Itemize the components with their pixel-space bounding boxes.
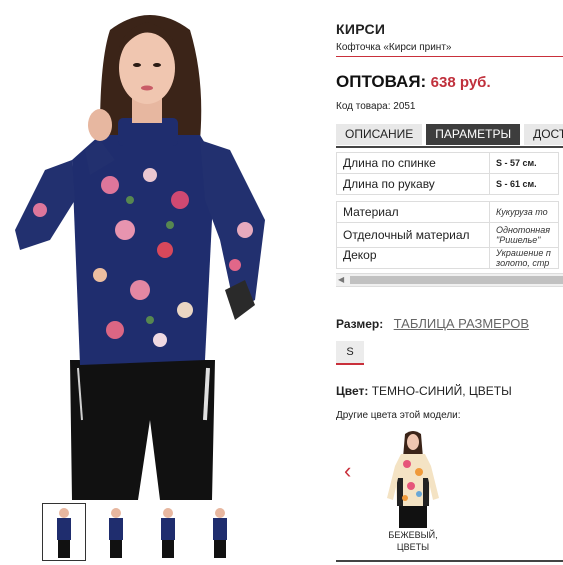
size-row: Размер: ТАБЛИЦА РАЗМЕРОВ [336, 315, 529, 333]
model-photo-illustration [15, 15, 265, 500]
product-subtitle: Кофточка «Кирси принт» [336, 42, 563, 57]
product-sku: Код товара: 2051 [336, 101, 416, 112]
thumbnail-4[interactable] [198, 503, 242, 561]
table-row: Отделочный материал Однотонная "Ришелье" [336, 222, 559, 248]
thumbnail-2[interactable] [94, 503, 138, 561]
variant-photo [387, 431, 439, 528]
param-name: Длина по спинке [336, 152, 490, 174]
info-tabs: ОПИСАНИЕ ПАРАМЕТРЫ ДОСТ [336, 124, 563, 148]
parameters-table-wrapper: Длина по спинке S - 57 см. Длина по рука… [336, 152, 563, 269]
tab-delivery[interactable]: ДОСТ [524, 124, 563, 145]
param-value: Украшение п золото, стр [489, 247, 559, 269]
price-row: ОПТОВАЯ: 638 руб. [336, 72, 491, 92]
price-label: ОПТОВАЯ: [336, 72, 427, 91]
variant-label-line2: ЦВЕТЫ [396, 542, 430, 552]
param-name: Декор [336, 247, 490, 269]
size-option-s[interactable]: S [336, 341, 364, 365]
param-name: Материал [336, 201, 490, 223]
divider [336, 560, 563, 562]
chevron-left-icon[interactable]: ‹ [344, 458, 351, 484]
color-row: Цвет: ТЕМНО-СИНИЙ, ЦВЕТЫ [336, 384, 512, 398]
table-row: Длина по спинке S - 57 см. [336, 152, 559, 174]
color-variant-beige[interactable]: БЕЖЕВЫЙ, ЦВЕТЫ [378, 428, 448, 552]
tab-parameters[interactable]: ПАРАМЕТРЫ [426, 124, 521, 145]
thumbnail-strip [42, 503, 242, 561]
param-value: S - 57 см. [489, 152, 559, 174]
table-row: Декор Украшение п золото, стр [336, 247, 559, 269]
scrollbar-thumb[interactable] [350, 276, 563, 284]
horizontal-scrollbar[interactable]: ◀ [336, 273, 563, 287]
table-row: Длина по рукаву S - 61 см. [336, 173, 559, 195]
param-value: S - 61 см. [489, 173, 559, 195]
param-value: Однотонная "Ришелье" [489, 222, 559, 248]
param-name: Длина по рукаву [336, 173, 490, 195]
parameters-table: Длина по спинке S - 57 см. Длина по рука… [336, 152, 559, 269]
param-name: Отделочный материал [336, 222, 490, 248]
size-table-link[interactable]: ТАБЛИЦА РАЗМЕРОВ [394, 316, 529, 331]
product-info-panel: КИРСИ Кофточка «Кирси принт» ОПТОВАЯ: 63… [336, 0, 563, 563]
color-value: ТЕМНО-СИНИЙ, ЦВЕТЫ [371, 384, 512, 398]
thumbnail-1[interactable] [42, 503, 86, 561]
other-colors-label: Другие цвета этой модели: [336, 410, 461, 421]
color-label: Цвет: [336, 384, 369, 398]
table-row: Материал Кукуруза то [336, 201, 559, 223]
product-title: КИРСИ [336, 21, 386, 37]
tab-description[interactable]: ОПИСАНИЕ [336, 124, 423, 145]
param-value: Кукуруза то [489, 201, 559, 223]
size-label: Размер: [336, 317, 384, 331]
variant-label-line1: БЕЖЕВЫЙ, [388, 530, 438, 540]
thumbnail-3[interactable] [146, 503, 190, 561]
price-value: 638 руб. [430, 74, 491, 91]
scroll-left-arrow-icon[interactable]: ◀ [338, 275, 344, 284]
product-main-photo[interactable] [0, 0, 322, 500]
